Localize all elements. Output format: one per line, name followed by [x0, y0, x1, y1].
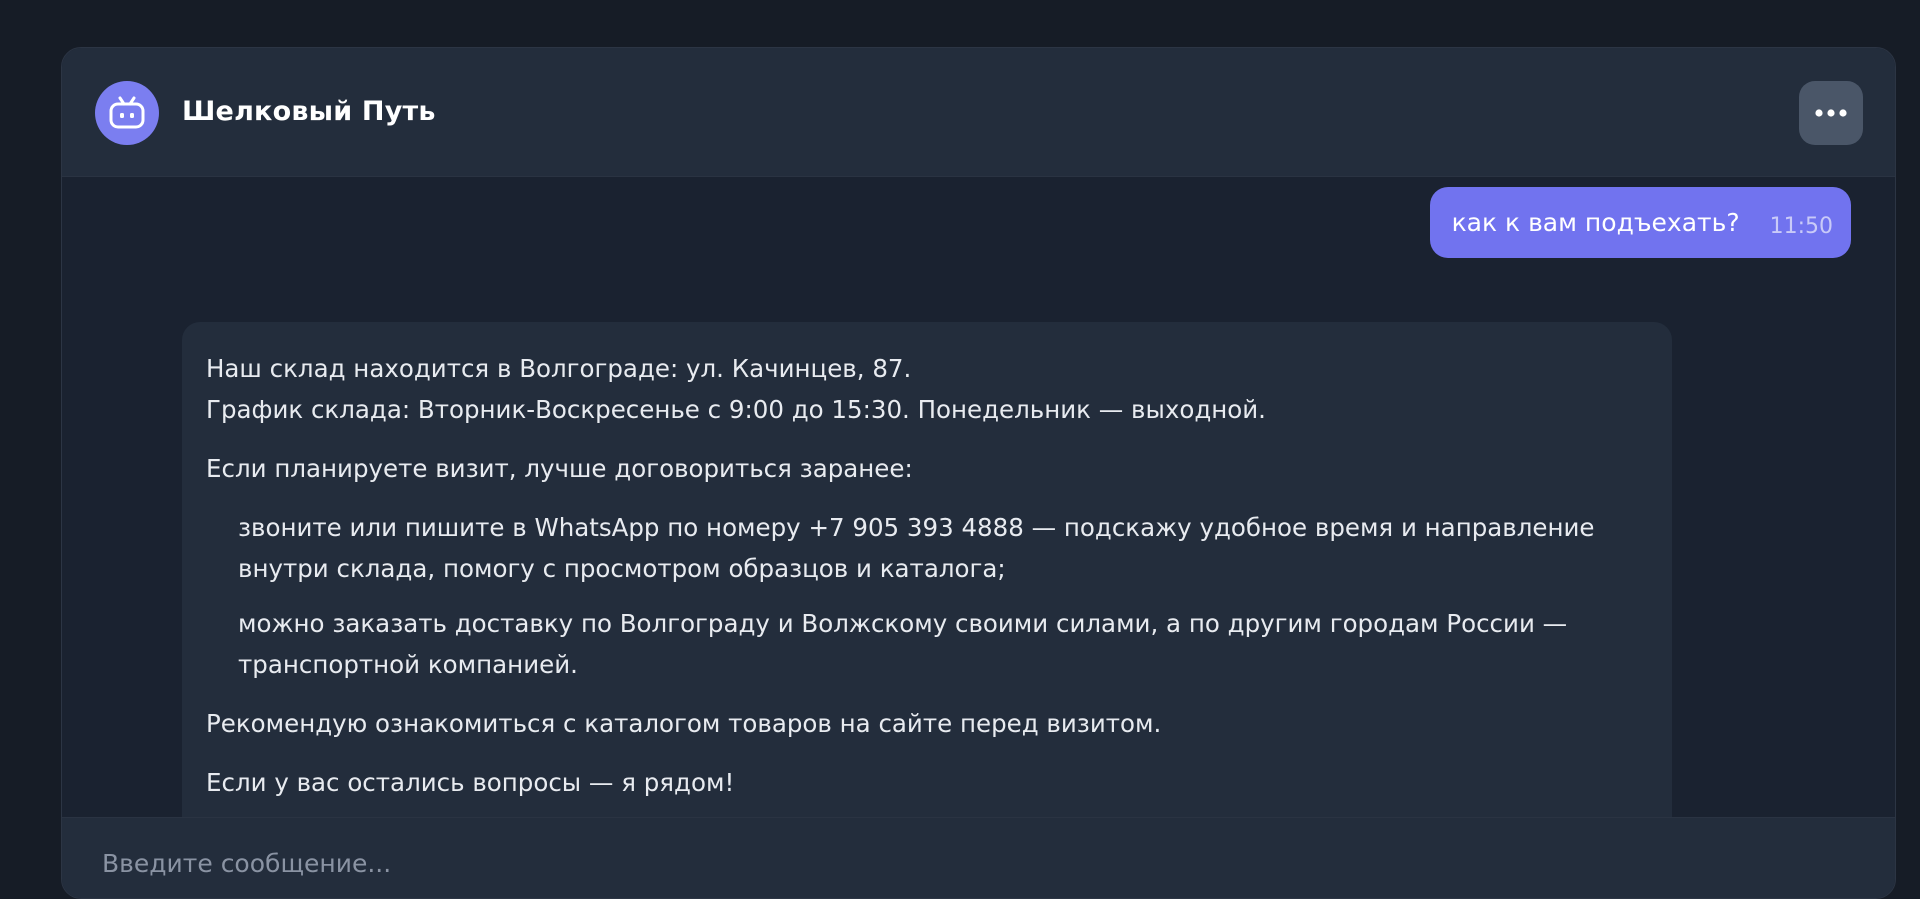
chat-window: Шелковый Путь как к вам подъехать? 11:50… — [61, 47, 1896, 899]
message-composer — [62, 817, 1895, 898]
user-message: как к вам подъехать? 11:50 — [1429, 187, 1851, 258]
robot-tv-icon — [109, 96, 145, 129]
message-input[interactable] — [100, 840, 1804, 886]
bot-paragraph-visit: Если планируете визит, лучше договоритьс… — [206, 454, 913, 483]
list-item: звоните или пишите в WhatsApp по номеру … — [238, 513, 1595, 583]
bot-list: звоните или пишите в WhatsApp по номеру … — [206, 507, 1648, 685]
bot-message: Наш склад находится в Волгограде: ул. Ка… — [182, 322, 1672, 817]
bot-address-line: Наш склад находится в Волгограде: ул. Ка… — [206, 354, 912, 383]
avatar — [95, 81, 159, 145]
user-message-text: как к вам подъехать? — [1451, 208, 1740, 237]
more-options-button[interactable] — [1799, 81, 1863, 145]
bot-paragraph-questions: Если у вас остались вопросы — я рядом! — [206, 768, 735, 797]
list-item: можно заказать доставку по Волгограду и … — [238, 609, 1568, 679]
bot-paragraph-address: Наш склад находится в Волгограде: ул. Ка… — [206, 348, 1648, 430]
chat-title: Шелковый Путь — [182, 96, 436, 127]
message-list[interactable]: как к вам подъехать? 11:50 Наш склад нах… — [62, 177, 1895, 817]
bot-schedule-line: График склада: Вторник-Воскресенье с 9:0… — [206, 395, 1266, 424]
chat-header: Шелковый Путь — [62, 48, 1895, 177]
bot-paragraph-catalog: Рекомендую ознакомиться с каталогом това… — [206, 709, 1162, 738]
more-horizontal-icon — [1815, 109, 1847, 117]
message-timestamp: 11:50 — [1769, 214, 1833, 239]
